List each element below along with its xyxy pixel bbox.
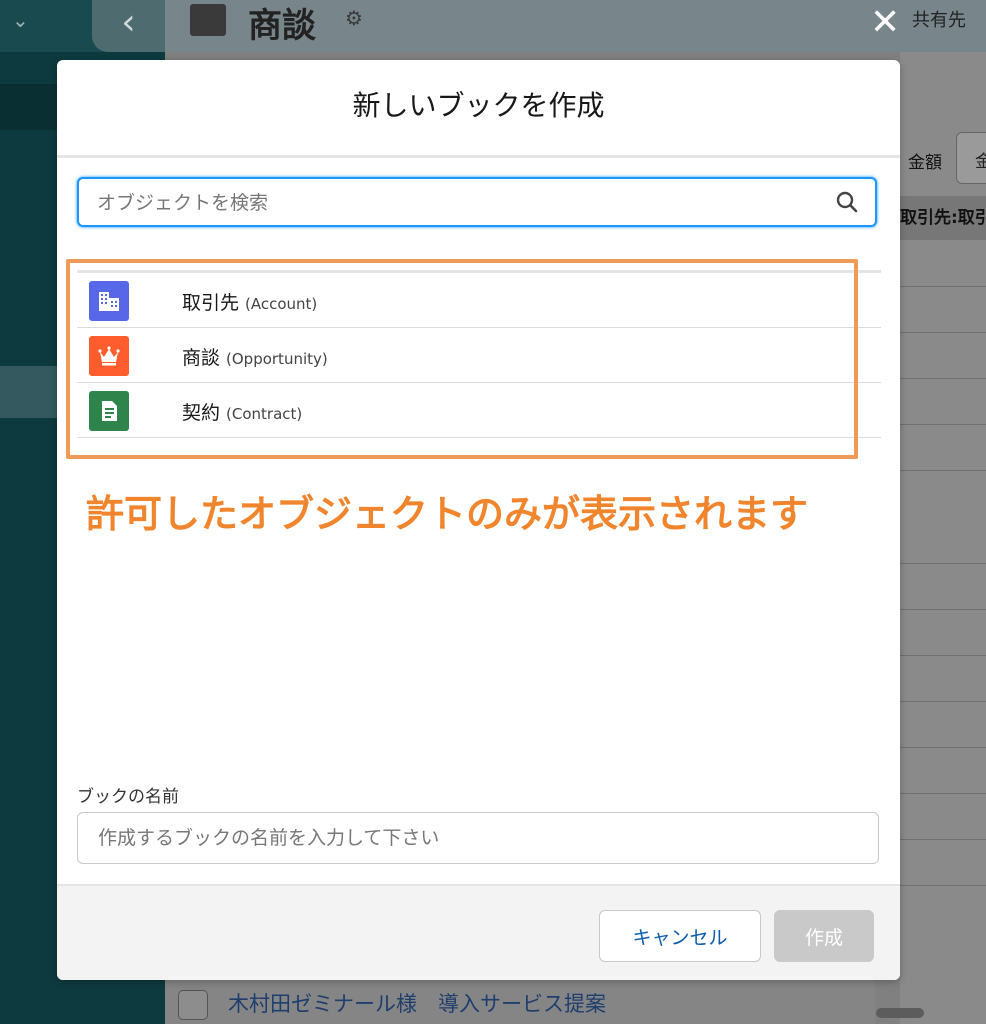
- row-divider: [900, 378, 986, 379]
- opportunity-record-icon: [190, 4, 226, 36]
- row-divider: [900, 609, 986, 610]
- row-divider: [900, 424, 986, 425]
- row-divider: [900, 332, 986, 333]
- close-icon[interactable]: ✕: [870, 2, 900, 43]
- share-label: 共有先: [912, 10, 966, 31]
- object-search-input[interactable]: [95, 188, 819, 218]
- page-title: 商談: [248, 6, 316, 46]
- modal-title: 新しいブックを作成: [352, 89, 605, 122]
- object-search-box[interactable]: [77, 177, 877, 227]
- modal-footer: キャンセル 作成: [57, 884, 900, 980]
- row-divider: [900, 655, 986, 656]
- cancel-button[interactable]: キャンセル: [599, 910, 761, 962]
- highlight-box: [66, 259, 858, 459]
- book-name-input[interactable]: [77, 812, 879, 864]
- opportunity-link[interactable]: 木村田ゼミナール様 導入サービス提案: [228, 988, 606, 1018]
- back-arrow-icon[interactable]: ‹: [92, 0, 165, 52]
- column-header[interactable]: 取引先:取引: [900, 196, 986, 240]
- create-button[interactable]: 作成: [774, 910, 874, 962]
- row-divider: [900, 286, 986, 287]
- amount-label: 金額: [908, 153, 942, 173]
- row-divider: [900, 747, 986, 748]
- search-icon[interactable]: [835, 190, 859, 214]
- row-checkbox[interactable]: [178, 990, 208, 1020]
- modal-header: 新しいブックを作成: [57, 60, 900, 158]
- row-divider: [900, 793, 986, 794]
- amount-field[interactable]: 金: [956, 132, 986, 184]
- row-divider: [900, 839, 986, 840]
- row-divider: [900, 470, 986, 471]
- row-divider: [900, 563, 986, 564]
- gear-icon[interactable]: ⚙: [345, 6, 363, 30]
- row-divider: [900, 885, 986, 886]
- book-name-label: ブックの名前: [77, 787, 179, 807]
- horizontal-scrollbar[interactable]: [876, 1008, 924, 1018]
- chevron-down-icon[interactable]: ⌄: [12, 8, 29, 32]
- row-divider: [900, 701, 986, 702]
- amount-field-text: 金: [975, 152, 986, 172]
- annotation-caption: 許可したオブジェクトのみが表示されます: [80, 484, 815, 544]
